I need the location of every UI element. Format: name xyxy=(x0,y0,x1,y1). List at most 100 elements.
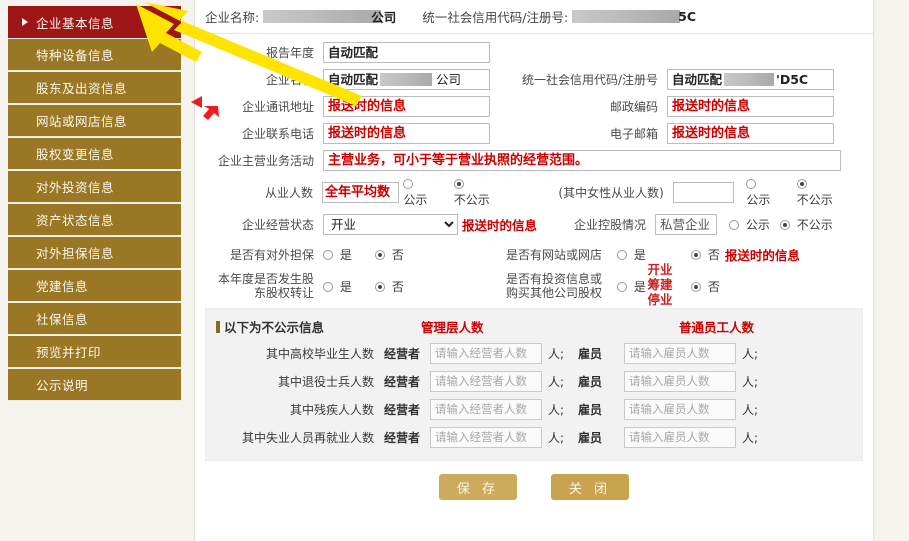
sidebar-item-external-guarantee[interactable]: 对外担保信息 xyxy=(8,237,181,269)
address-label: 企业通讯地址 xyxy=(241,100,314,114)
sidebar-item-party-building[interactable]: 党建信息 xyxy=(8,270,181,302)
company-name-input[interactable]: 自动匹配 公司 xyxy=(323,69,490,90)
equity-transfer-yes-label: 是 xyxy=(339,279,352,294)
guarantee-yes-radio[interactable]: 是 xyxy=(323,246,375,263)
company-name-value: 自动匹配 xyxy=(328,72,379,87)
website-no-radio[interactable]: 否 xyxy=(691,246,725,263)
phone-label: 企业联系电话 xyxy=(241,127,314,141)
business-state-select[interactable]: 开业筹建停业歇业清算其他 xyxy=(323,214,458,235)
postcode-label: 邮政编码 xyxy=(609,100,658,114)
manager-count-input[interactable]: 请输入经营者人数 xyxy=(430,399,542,420)
sidebar-item-label: 股东及出资信息 xyxy=(36,81,128,96)
report-year-label: 报告年度 xyxy=(265,46,314,60)
row-report-year: 报告年度 自动匹配 xyxy=(203,42,859,63)
radio-circle-selected-icon xyxy=(796,179,807,189)
sidebar-item-label: 对外担保信息 xyxy=(36,246,115,261)
radio-circle-icon xyxy=(403,179,414,189)
address-input[interactable]: 报送时的信息 xyxy=(323,96,490,117)
table-row: 其中退役士兵人数 经营者 请输入经营者人数 人; 雇员 请输入雇员人数 人; xyxy=(216,371,852,392)
credit-code-input[interactable]: 自动匹配 'D5C xyxy=(667,69,834,90)
radio-circle-selected-icon xyxy=(691,250,701,260)
guarantee-label: 是否有对外担保 xyxy=(229,248,314,262)
sidebar-item-publicity-notes[interactable]: 公示说明 xyxy=(8,369,181,401)
investment-label-line2: 购买其他公司股权 xyxy=(505,286,602,300)
employees-input[interactable]: 全年平均数 xyxy=(322,182,400,203)
postcode-input[interactable]: 报送时的信息 xyxy=(667,96,834,117)
state-option-2: 停业 xyxy=(647,292,673,307)
manager-count-input[interactable]: 请输入经营者人数 xyxy=(430,371,542,392)
report-year-input[interactable]: 自动匹配 xyxy=(323,42,490,63)
website-label: 是否有网站或网店 xyxy=(505,248,602,262)
investment-no-label: 否 xyxy=(707,279,720,294)
employees-private-radio[interactable]: 不公示 xyxy=(453,177,516,208)
row-guarantee: 是否有对外担保 是 否 是否有网站或网店 是 否 报送时的信息 xyxy=(203,245,859,264)
staff-count-input[interactable]: 请输入雇员人数 xyxy=(624,371,737,392)
phone-input[interactable]: 报送时的信息 xyxy=(323,123,490,144)
sidebar-item-external-investment[interactable]: 对外投资信息 xyxy=(8,171,181,203)
sidebar-item-label: 企业基本信息 xyxy=(36,15,115,31)
holding-private-radio[interactable]: 不公示 xyxy=(779,216,843,233)
guarantee-yes-label: 是 xyxy=(339,248,352,262)
holding-private-label: 不公示 xyxy=(796,218,833,232)
sidebar-item-shareholder-contribution[interactable]: 股东及出资信息 xyxy=(8,72,181,104)
radio-circle-icon xyxy=(323,250,333,260)
guarantee-no-radio[interactable]: 否 xyxy=(375,246,493,263)
equity-transfer-label-line1: 本年度是否发生股 xyxy=(217,272,314,286)
sidebar-item-label: 党建信息 xyxy=(36,279,89,294)
sidebar-item-label: 社保信息 xyxy=(36,312,89,327)
sidebar-item-label: 预览并打印 xyxy=(36,345,102,360)
radio-circle-icon xyxy=(746,179,757,189)
staff-count-input[interactable]: 请输入雇员人数 xyxy=(624,399,737,420)
sidebar-item-asset-status[interactable]: 资产状态信息 xyxy=(8,204,181,236)
manager-tag: 经营者 xyxy=(384,375,421,389)
row-equity-transfer: 本年度是否发生股 东股权转让 是 否 是否有投资信息或 购买其他公司股权 是 否 xyxy=(203,272,859,300)
manager-tag: 经营者 xyxy=(384,347,421,361)
website-yes-radio[interactable]: 是 xyxy=(617,246,691,263)
equity-transfer-no-radio[interactable]: 否 xyxy=(375,278,493,295)
sidebar-item-special-equipment[interactable]: 特种设备信息 xyxy=(8,39,181,71)
investment-label: 是否有投资信息或 购买其他公司股权 xyxy=(493,272,611,300)
sidebar-item-label: 特种设备信息 xyxy=(36,48,115,63)
investment-no-radio[interactable]: 否 xyxy=(691,278,730,295)
staff-tag: 雇员 xyxy=(578,431,603,445)
table-row: 其中高校毕业生人数 经营者 请输入经营者人数 人; 雇员 请输入雇员人数 人; xyxy=(216,343,852,364)
redacted-credit-code xyxy=(572,10,681,23)
sidebar-item-social-security[interactable]: 社保信息 xyxy=(8,303,181,335)
nonpublic-info-panel: 以下为不公示信息 管理层人数 普通员工人数 其中高校毕业生人数 经营者 请输入经… xyxy=(205,308,863,461)
equity-transfer-yes-radio[interactable]: 是 xyxy=(323,278,375,295)
sidebar: 企业基本信息 特种设备信息 股东及出资信息 网站或网店信息 股权变更信息 对外投… xyxy=(8,4,181,401)
radio-circle-selected-icon xyxy=(453,179,464,189)
state-option-1: 筹建 xyxy=(647,277,673,292)
employees-private-label: 不公示 xyxy=(453,193,490,207)
female-private-radio[interactable]: 不公示 xyxy=(796,177,859,208)
sidebar-item-website-or-shop[interactable]: 网站或网店信息 xyxy=(8,105,181,137)
sidebar-item-company-basic-info[interactable]: 企业基本信息 xyxy=(8,6,181,38)
sidebar-item-label: 资产状态信息 xyxy=(36,213,115,228)
female-public-radio[interactable]: 公示 xyxy=(746,177,796,208)
manager-count-input[interactable]: 请输入经营者人数 xyxy=(430,427,542,448)
radio-circle-icon xyxy=(323,281,333,292)
staff-count-input[interactable]: 请输入雇员人数 xyxy=(624,343,737,364)
main-business-input[interactable]: 主营业务，可小于等于营业执照的经营范围。 xyxy=(323,150,841,171)
row-label: 其中高校毕业生人数 xyxy=(265,347,374,361)
employees-public-radio[interactable]: 公示 xyxy=(403,177,453,208)
header-credit-suffix: 5C xyxy=(678,9,697,24)
redacted-company-name xyxy=(263,10,382,23)
unit-label: 人; xyxy=(742,375,759,389)
female-employees-input[interactable] xyxy=(672,182,735,203)
holding-public-radio[interactable]: 公示 xyxy=(729,216,780,233)
sidebar-item-equity-change[interactable]: 股权变更信息 xyxy=(8,138,181,170)
staff-tag: 雇员 xyxy=(578,403,603,417)
save-button[interactable]: 保 存 xyxy=(439,474,517,500)
sidebar-item-preview-print[interactable]: 预览并打印 xyxy=(8,336,181,368)
holding-input[interactable]: 私营企业 xyxy=(655,214,718,235)
radio-circle-icon xyxy=(617,281,627,292)
staff-count-input[interactable]: 请输入雇员人数 xyxy=(624,427,737,448)
staff-tag: 雇员 xyxy=(578,375,603,389)
close-button[interactable]: 关 闭 xyxy=(551,474,629,500)
row-address: 企业通讯地址 报送时的信息 邮政编码 报送时的信息 xyxy=(203,96,859,117)
email-input[interactable]: 报送时的信息 xyxy=(667,123,834,144)
manager-count-input[interactable]: 请输入经营者人数 xyxy=(430,343,542,364)
unit-label: 人; xyxy=(548,347,565,361)
female-private-label: 不公示 xyxy=(796,193,833,207)
